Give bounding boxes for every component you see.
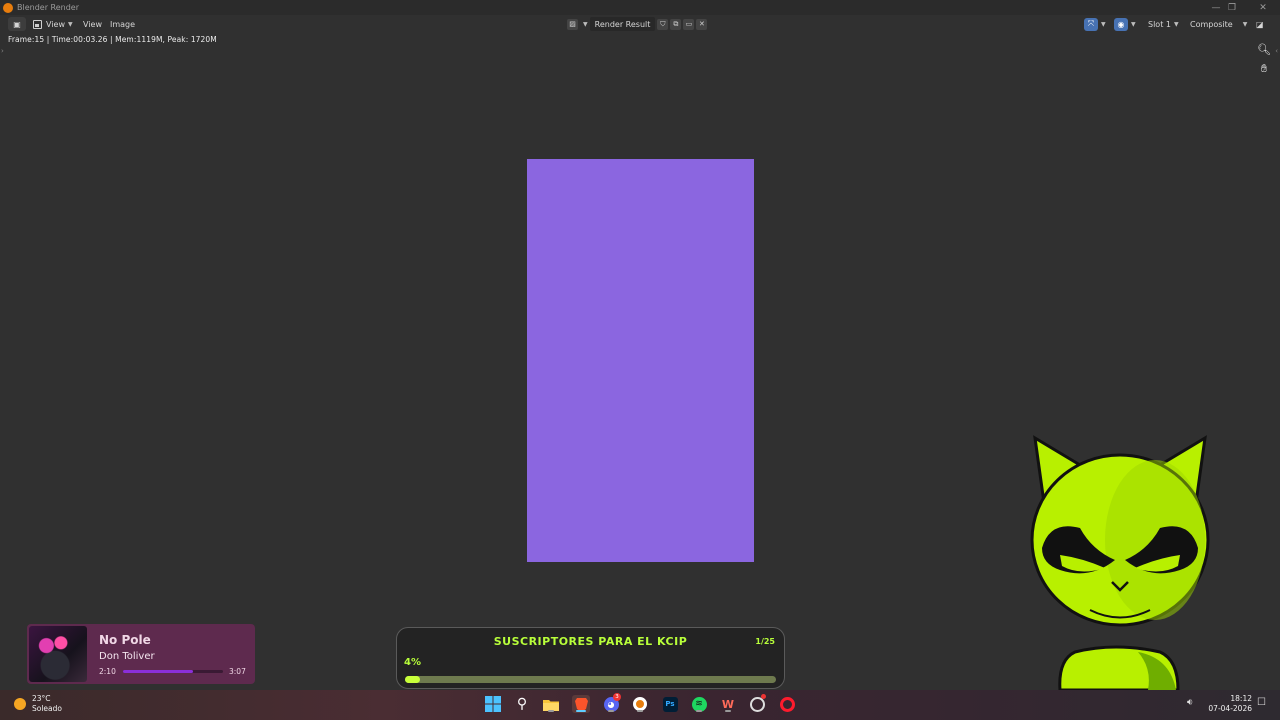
file-explorer-icon[interactable] [542, 695, 560, 713]
clock-time: 18:12 [1230, 694, 1252, 703]
menu-view-mode[interactable]: View ▼ [33, 17, 73, 31]
steam-icon[interactable] [748, 694, 766, 713]
running-indicator [548, 710, 554, 712]
track-progress-fill [123, 670, 193, 673]
photoshop-icon[interactable]: Ps [661, 695, 679, 713]
blender-logo-icon [3, 2, 13, 13]
notification-dot [761, 694, 766, 699]
title-bar: Blender Render — ❐ ✕ [0, 0, 1280, 15]
gizmo-toggle[interactable]: ⤧ ▼ [1084, 15, 1106, 33]
opera-logo-icon [779, 696, 795, 712]
start-button[interactable] [484, 695, 502, 713]
open-image-folder-icon[interactable]: ▭ [683, 18, 695, 30]
discord-icon[interactable]: ◕ 3 [602, 693, 621, 713]
subscriber-goal-widget: SUSCRIPTORES PARA EL KCIP 1/25 4% [396, 627, 785, 689]
view-mode-icon [33, 19, 42, 29]
menu-view[interactable]: View [83, 17, 102, 31]
running-indicator [696, 710, 702, 712]
blender-logo-icon [633, 697, 647, 711]
folder-icon [543, 699, 559, 711]
close-button[interactable]: ✕ [1252, 0, 1274, 15]
render-info-line: Frame:15 | Time:00:03.26 | Mem:1119M, Pe… [8, 35, 217, 44]
chevron-down-icon: ▼ [1242, 20, 1248, 28]
chevron-down-icon: ▼ [1173, 20, 1179, 28]
toolbar-toggle-arrow[interactable]: ‹ [1275, 47, 1278, 55]
maximize-button[interactable]: ❐ [1221, 0, 1243, 15]
app-w-icon[interactable]: W [719, 695, 737, 713]
track-artist: Don Toliver [99, 651, 155, 662]
notification-badge: 3 [613, 693, 621, 701]
chevron-down-icon: ▼ [1131, 20, 1136, 28]
goal-title: SUSCRIPTORES PARA EL KCIP [493, 635, 688, 648]
spotify-icon[interactable]: ≋ [690, 695, 708, 713]
album-art [29, 626, 87, 682]
taskbar-clock[interactable]: 18:12 07-04-2026 [1208, 694, 1252, 714]
menu-image[interactable]: Image [110, 17, 135, 31]
slot-label: Slot 1 [1148, 19, 1171, 29]
weather-description: Soleado [32, 704, 62, 713]
weather-temperature: 23°C [32, 694, 51, 703]
render-result-image [527, 159, 754, 562]
running-indicator [637, 710, 643, 712]
ps-logo-icon: Ps [662, 696, 678, 712]
windows-taskbar: 23°C Soleado ⚲ ◕ 3 Ps ≋ W 🔉︎ 18:12 07-04… [0, 690, 1280, 720]
windows-logo-icon [485, 696, 501, 712]
zoom-icon[interactable]: 🔍︎ [1256, 41, 1272, 57]
window-title: Blender Render [17, 3, 80, 12]
display-channels-icon: ◪ [1256, 19, 1264, 29]
cat-mascot-image [1030, 435, 1210, 690]
image-name-field[interactable]: Render Result [589, 17, 656, 31]
overlay-icon[interactable]: ◉ [1114, 17, 1128, 31]
overlay-toggle[interactable]: ◉ ▼ [1114, 15, 1136, 33]
display-channels-selector[interactable]: ◪ [1256, 15, 1264, 33]
gizmo-icon[interactable]: ⤧ [1084, 17, 1098, 31]
pan-hand-icon[interactable]: ✋︎ [1256, 61, 1272, 77]
menu-view-mode-label: View [46, 19, 65, 29]
now-playing-widget: No Pole Don Toliver 2:10 3:07 [27, 624, 255, 684]
active-indicator [576, 710, 586, 712]
image-browse-icon[interactable]: ▨ [567, 18, 578, 30]
layer-label: Composite [1190, 19, 1233, 29]
new-image-icon[interactable]: ⧉ [670, 18, 682, 30]
goal-progress-fill [405, 676, 420, 683]
blender-icon[interactable] [631, 695, 649, 713]
volume-icon[interactable]: 🔉︎ [1187, 697, 1193, 708]
fake-user-shield-icon[interactable]: ⛉ [657, 18, 669, 30]
search-icon[interactable]: ⚲ [513, 695, 531, 713]
track-duration: 3:07 [229, 667, 246, 676]
goal-percent: 4% [404, 657, 421, 668]
weather-widget[interactable]: 23°C Soleado [14, 694, 62, 714]
clock-date: 07-04-2026 [1208, 704, 1252, 713]
running-indicator [725, 710, 731, 712]
slot-selector[interactable]: Slot 1 ▼ [1148, 15, 1179, 33]
sidebar-toggle-arrow[interactable]: › [1, 47, 4, 55]
running-indicator [608, 710, 614, 712]
image-editor-icon: ▣ [13, 19, 21, 29]
sun-icon [14, 698, 26, 710]
layer-selector[interactable]: Composite ▼ [1190, 15, 1247, 33]
chevron-down-icon: ▼ [583, 20, 588, 28]
chevron-down-icon: ▼ [67, 20, 73, 28]
track-elapsed: 2:10 [99, 667, 116, 676]
track-progress-bar [123, 670, 223, 673]
unlink-image-icon[interactable]: ✕ [696, 18, 708, 30]
image-browser[interactable]: ▨ ▼ Render Result ⛉ ⧉ ▭ ✕ [567, 17, 708, 31]
track-title: No Pole [99, 633, 151, 647]
notification-center-icon[interactable]: ☐ [1257, 697, 1266, 708]
editor-type-selector[interactable]: ▣ [8, 17, 26, 31]
opera-gx-icon[interactable] [778, 695, 796, 713]
brave-browser-icon[interactable] [572, 695, 590, 713]
goal-count: 1/25 [755, 637, 775, 646]
chevron-down-icon: ▼ [1101, 20, 1106, 28]
goal-progress-bar [405, 676, 776, 683]
